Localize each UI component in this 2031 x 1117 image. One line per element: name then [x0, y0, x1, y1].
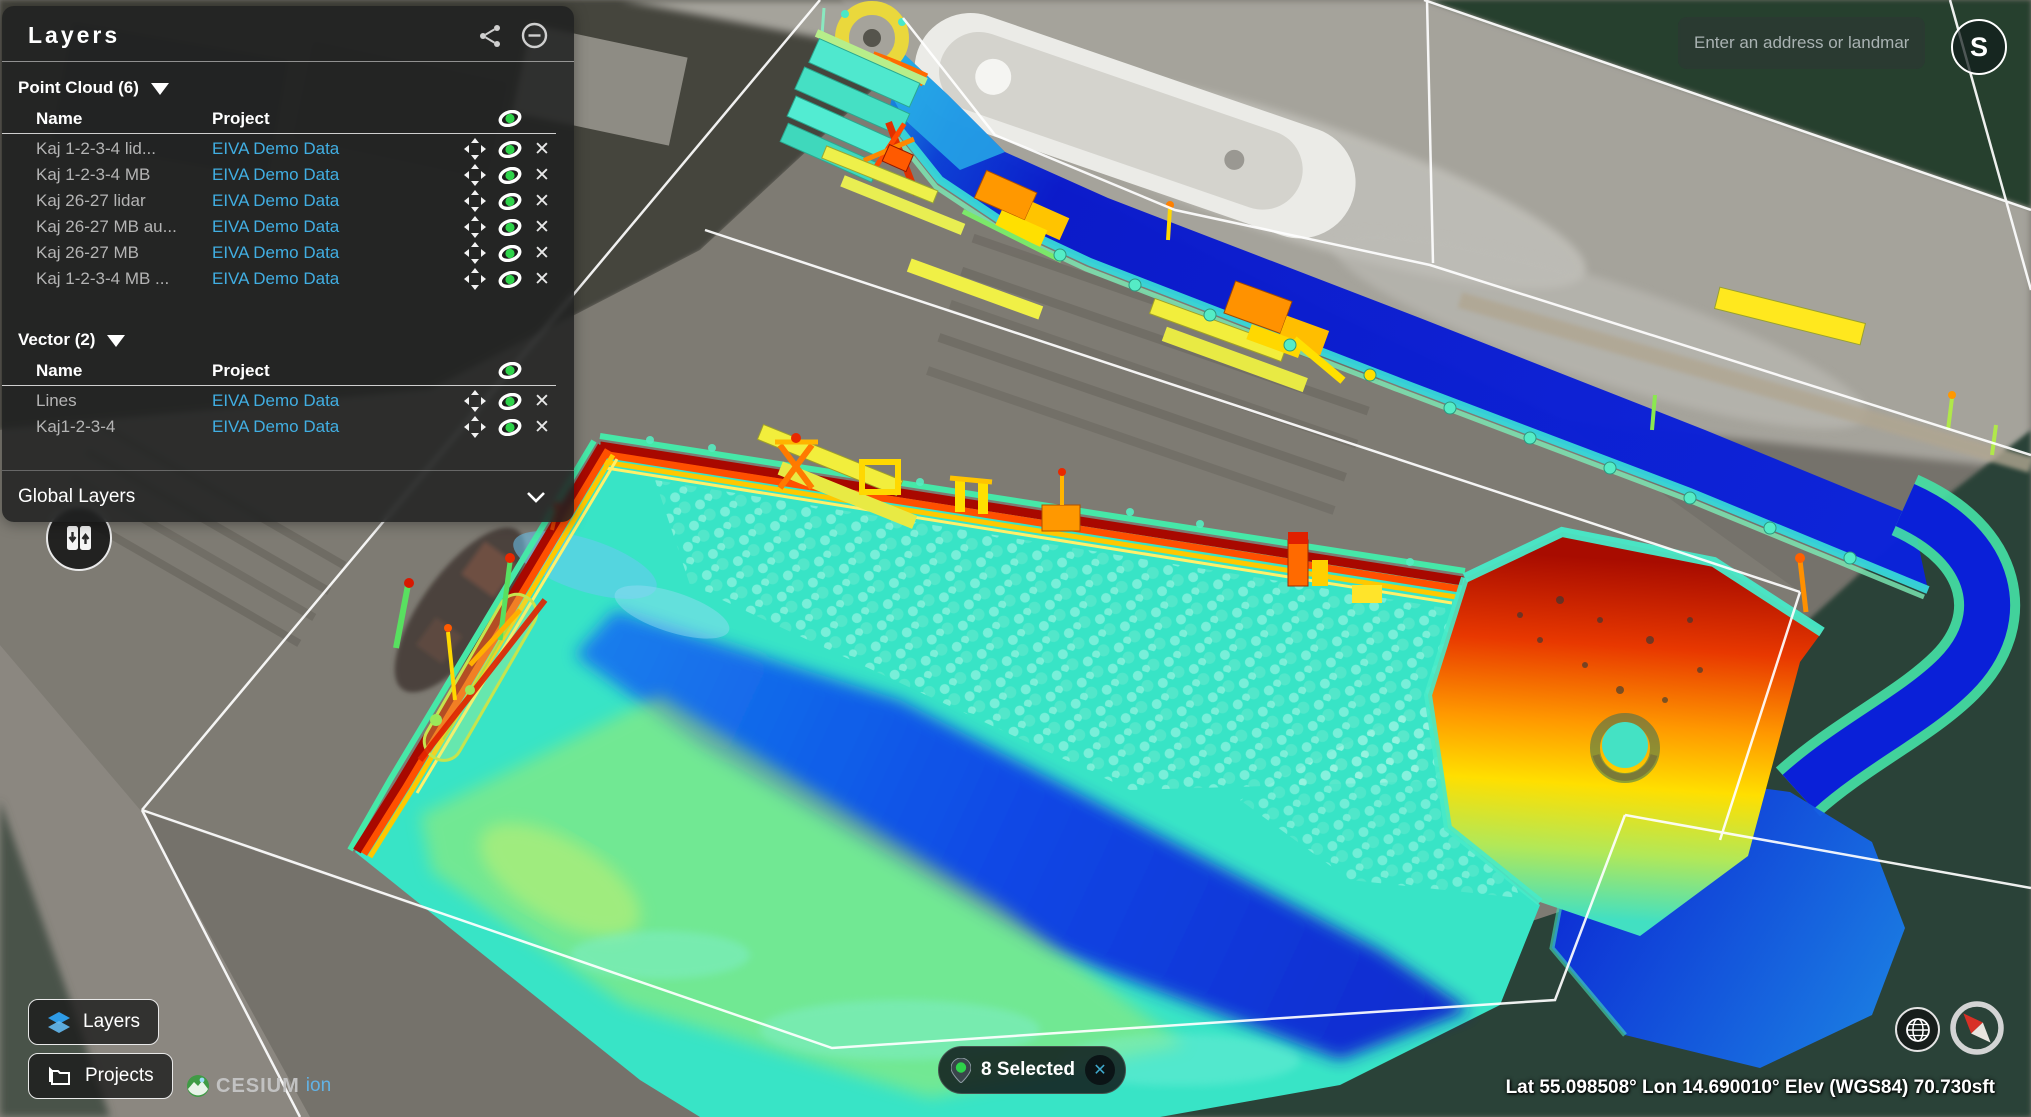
column-name: Name: [36, 109, 212, 129]
layer-row[interactable]: Kaj 1-2-3-4 MB EIVA Demo Data ✕: [2, 162, 574, 188]
status-coordinates: Lat 55.098508° Lon 14.690010° Elev (WGS8…: [1506, 1077, 1995, 1099]
visibility-eye-icon[interactable]: [492, 219, 528, 236]
table-header: Name Project: [2, 104, 556, 134]
section-caret-icon[interactable]: [151, 83, 169, 95]
section-vector: Vector (2) Name Project Lines EIVA Demo …: [2, 314, 574, 440]
layer-row[interactable]: Kaj 1-2-3-4 MB ... EIVA Demo Data ✕: [2, 266, 574, 292]
layers-panel-header: Layers: [2, 6, 574, 62]
folder-icon: [47, 1065, 73, 1087]
visibility-eye-icon[interactable]: [492, 393, 528, 410]
section-label: Point Cloud (6): [18, 78, 139, 98]
remove-layer-icon[interactable]: ✕: [528, 418, 556, 437]
layers-button-label: Layers: [83, 1011, 140, 1033]
compass-control[interactable]: [1948, 999, 2006, 1057]
layer-name: Kaj 26-27 MB au...: [36, 217, 212, 237]
move-layer-icon[interactable]: [458, 390, 492, 412]
panel-title: Layers: [28, 22, 120, 49]
table-header: Name Project: [2, 356, 556, 386]
visibility-eye-icon[interactable]: [492, 167, 528, 184]
project-link[interactable]: EIVA Demo Data: [212, 217, 458, 237]
global-layers-label: Global Layers: [18, 486, 135, 508]
move-layer-icon[interactable]: [458, 138, 492, 160]
share-icon[interactable]: [477, 23, 503, 49]
toggle-all-visibility-icon[interactable]: [492, 362, 528, 379]
layer-row[interactable]: Kaj 1-2-3-4 lid... EIVA Demo Data ✕: [2, 136, 574, 162]
remove-layer-icon[interactable]: ✕: [528, 192, 556, 211]
layers-toggle-button[interactable]: Layers: [28, 999, 159, 1045]
move-layer-icon[interactable]: [458, 242, 492, 264]
move-layer-icon[interactable]: [458, 416, 492, 438]
column-project: Project: [212, 109, 458, 129]
project-link[interactable]: EIVA Demo Data: [212, 417, 458, 437]
cesium-globe-icon: [186, 1074, 210, 1098]
layer-row[interactable]: Kaj1-2-3-4 EIVA Demo Data ✕: [2, 414, 574, 440]
layer-name: Lines: [36, 391, 212, 411]
layer-row[interactable]: Kaj 26-27 MB EIVA Demo Data ✕: [2, 240, 574, 266]
avatar[interactable]: S: [1951, 19, 2007, 75]
section-caret-icon[interactable]: [107, 335, 125, 347]
remove-layer-icon[interactable]: ✕: [528, 244, 556, 263]
layer-name: Kaj1-2-3-4: [36, 417, 212, 437]
chevron-down-icon: [526, 491, 546, 503]
remove-layer-icon[interactable]: ✕: [528, 270, 556, 289]
layer-name: Kaj 1-2-3-4 MB: [36, 165, 212, 185]
project-link[interactable]: EIVA Demo Data: [212, 191, 458, 211]
avatar-initial: S: [1970, 32, 1988, 63]
projects-button[interactable]: Projects: [28, 1053, 173, 1099]
layers-panel: Layers Point Cloud (6) Name Project: [2, 6, 574, 522]
move-layer-icon[interactable]: [458, 164, 492, 186]
globe-icon: [1905, 1017, 1931, 1043]
globe-view-button[interactable]: [1895, 1007, 1940, 1052]
layer-name: Kaj 26-27 lidar: [36, 191, 212, 211]
layers-icon: [47, 1010, 71, 1034]
remove-layer-icon[interactable]: ✕: [528, 166, 556, 185]
move-layer-icon[interactable]: [458, 216, 492, 238]
project-link[interactable]: EIVA Demo Data: [212, 269, 458, 289]
move-layer-icon[interactable]: [458, 268, 492, 290]
remove-layer-icon[interactable]: ✕: [528, 392, 556, 411]
compass-needle: [1958, 1008, 1997, 1048]
vector-rows: Lines EIVA Demo Data ✕ Kaj1-2-3-4 EIVA D…: [2, 388, 574, 440]
visibility-eye-icon[interactable]: [492, 141, 528, 158]
clear-selection-button[interactable]: ✕: [1085, 1055, 1115, 1085]
layer-name: Kaj 1-2-3-4 MB ...: [36, 269, 212, 289]
project-link[interactable]: EIVA Demo Data: [212, 139, 458, 159]
swipe-compare-icon: [64, 523, 94, 553]
remove-layer-icon[interactable]: ✕: [528, 218, 556, 237]
column-project: Project: [212, 361, 458, 381]
project-link[interactable]: EIVA Demo Data: [212, 391, 458, 411]
global-layers-toggle[interactable]: Global Layers: [2, 470, 574, 522]
section-point-cloud: Point Cloud (6) Name Project Kaj 1-2-3-4…: [2, 62, 574, 292]
visibility-eye-icon[interactable]: [492, 419, 528, 436]
visibility-eye-icon[interactable]: [492, 193, 528, 210]
selection-badge: 8 Selected ✕: [938, 1046, 1126, 1094]
layer-row[interactable]: Kaj 26-27 lidar EIVA Demo Data ✕: [2, 188, 574, 214]
ion-wordmark: ion: [306, 1075, 331, 1097]
cesium-ion-logo[interactable]: CESIUM ion: [186, 1074, 331, 1098]
visibility-eye-icon[interactable]: [492, 245, 528, 262]
search-input[interactable]: [1678, 17, 1925, 69]
layer-row[interactable]: Lines EIVA Demo Data ✕: [2, 388, 574, 414]
project-link[interactable]: EIVA Demo Data: [212, 243, 458, 263]
projects-button-label: Projects: [85, 1065, 154, 1087]
toggle-all-visibility-icon[interactable]: [492, 110, 528, 127]
selection-count: 8 Selected: [981, 1059, 1075, 1081]
point-cloud-rows: Kaj 1-2-3-4 lid... EIVA Demo Data ✕ Kaj …: [2, 136, 574, 292]
map-viewport[interactable]: Layers Point Cloud (6) Name Project: [0, 0, 2031, 1117]
collapse-panel-icon[interactable]: [521, 22, 548, 49]
project-link[interactable]: EIVA Demo Data: [212, 165, 458, 185]
visibility-eye-icon[interactable]: [492, 271, 528, 288]
section-label: Vector (2): [18, 330, 95, 350]
move-layer-icon[interactable]: [458, 190, 492, 212]
layer-row[interactable]: Kaj 26-27 MB au... EIVA Demo Data ✕: [2, 214, 574, 240]
cesium-wordmark: CESIUM: [216, 1075, 300, 1098]
column-name: Name: [36, 361, 212, 381]
layer-name: Kaj 26-27 MB: [36, 243, 212, 263]
layer-name: Kaj 1-2-3-4 lid...: [36, 139, 212, 159]
remove-layer-icon[interactable]: ✕: [528, 140, 556, 159]
pin-icon: [951, 1058, 971, 1083]
